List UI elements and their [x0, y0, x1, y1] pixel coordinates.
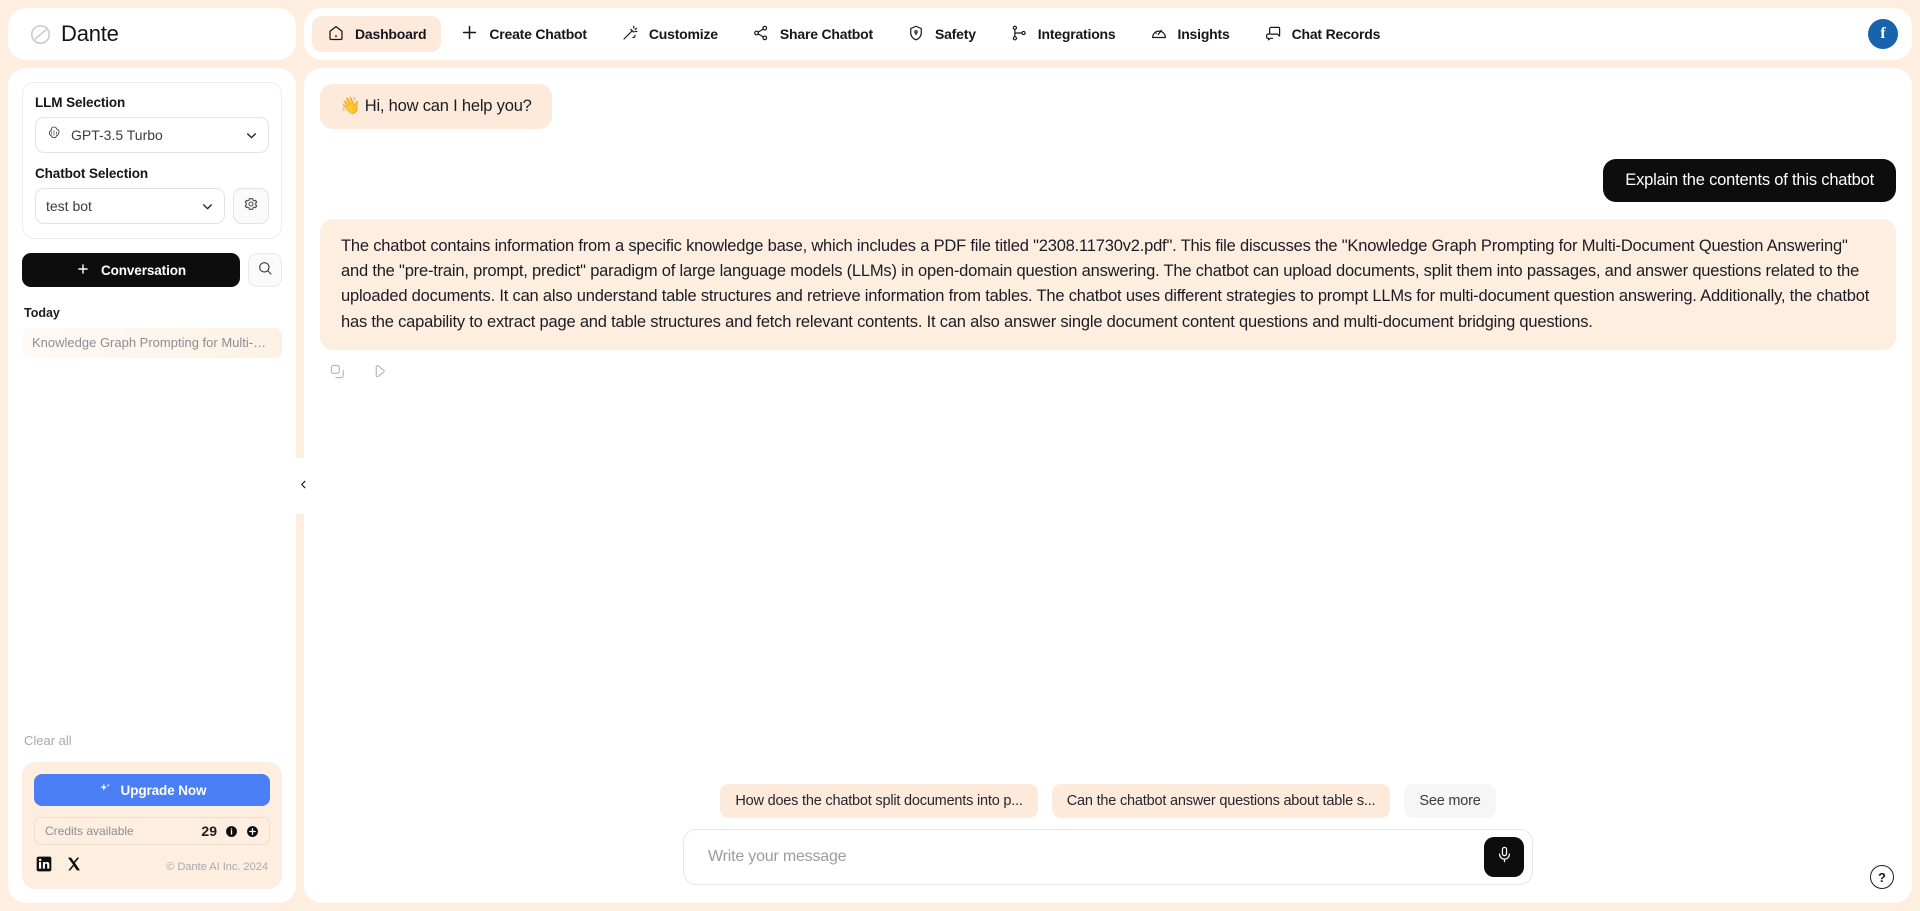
sidebar-footer: Upgrade Now Credits available 29 © Dante… [22, 762, 282, 889]
chevron-down-icon [245, 129, 258, 142]
new-conversation-button[interactable]: Conversation [22, 253, 240, 287]
play-audio-icon[interactable] [372, 363, 389, 380]
nav-item-label: Insights [1177, 26, 1230, 42]
chatbot-select[interactable]: test bot [35, 188, 225, 224]
upgrade-now-button[interactable]: Upgrade Now [34, 774, 270, 806]
composer-area: How does the chatbot split documents int… [304, 784, 1912, 903]
sparkle-icon [98, 782, 112, 799]
credits-row: Credits available 29 [34, 817, 270, 845]
nav-item-dashboard[interactable]: Dashboard [312, 16, 442, 52]
social-links: © Dante AI Inc. 2024 [34, 856, 270, 877]
top-navigation: Dashboard Create Chatbot Customize Share… [304, 8, 1912, 60]
see-more-button[interactable]: See more [1404, 784, 1496, 818]
nav-item-label: Share Chatbot [779, 26, 873, 42]
linkedin-icon[interactable] [36, 856, 52, 877]
info-icon[interactable] [225, 825, 238, 838]
suggestion-chip[interactable]: Can the chatbot answer questions about t… [1051, 784, 1391, 818]
plus-icon [76, 262, 90, 279]
x-twitter-icon[interactable] [66, 856, 82, 877]
nav-item-create-chatbot[interactable]: Create Chatbot [445, 16, 602, 52]
chatbot-select-value: test bot [46, 198, 92, 214]
brand-name: Dante [61, 21, 119, 46]
clear-all-button[interactable]: Clear all [22, 729, 282, 752]
magic-wand-icon [621, 24, 639, 45]
share-icon [752, 24, 770, 45]
suggestion-chips: How does the chatbot split documents int… [720, 784, 1496, 818]
message-list: 👋 Hi, how can I help you? Explain the co… [320, 84, 1896, 903]
sidebar: Dante LLM Selection GPT-3.5 Turbo Chatbo… [8, 8, 311, 903]
llm-selection-row: LLM Selection GPT-3.5 Turbo [35, 95, 269, 153]
llm-selection-label: LLM Selection [35, 95, 126, 110]
conversation-list: Knowledge Graph Prompting for Multi-D... [22, 328, 282, 729]
assistant-message: The chatbot contains information from a … [320, 219, 1896, 350]
brand-header: Dante [8, 8, 296, 60]
help-button[interactable]: ? [1870, 865, 1894, 889]
nav-item-chat-records[interactable]: Chat Records [1249, 16, 1396, 52]
message-input[interactable] [708, 848, 1484, 866]
assistant-greeting-message: 👋 Hi, how can I help you? [320, 84, 552, 129]
microphone-button[interactable] [1484, 837, 1524, 877]
nav-item-insights[interactable]: Insights [1135, 16, 1245, 52]
chatbot-selection-label: Chatbot Selection [35, 166, 149, 181]
nav-item-label: Chat Records [1291, 26, 1381, 42]
shield-icon [907, 24, 925, 45]
nav-item-label: Customize [648, 26, 718, 42]
llm-select[interactable]: GPT-3.5 Turbo [35, 117, 269, 153]
search-icon [257, 260, 273, 281]
main-area: Dashboard Create Chatbot Customize Share… [304, 8, 1912, 903]
copyright-text: © Dante AI Inc. 2024 [166, 860, 268, 873]
new-conversation-label: Conversation [100, 262, 187, 278]
chat-panel: 👋 Hi, how can I help you? Explain the co… [304, 68, 1912, 903]
nav-item-share-chatbot[interactable]: Share Chatbot [737, 16, 888, 52]
avatar[interactable]: f [1868, 19, 1898, 49]
openai-icon [46, 125, 62, 146]
conversation-actions: Conversation [22, 253, 282, 287]
nav-item-label: Dashboard [355, 26, 427, 42]
user-message: Explain the contents of this chatbot [1603, 159, 1896, 202]
gauge-icon [1150, 24, 1168, 45]
chat-bubble-icon [1264, 24, 1282, 45]
copy-icon[interactable] [329, 363, 346, 380]
nav-item-label: Integrations [1037, 26, 1116, 42]
message-composer [683, 829, 1533, 885]
selection-group: LLM Selection GPT-3.5 Turbo Chatbot Sele… [22, 82, 282, 239]
sidebar-body: LLM Selection GPT-3.5 Turbo Chatbot Sele… [8, 68, 311, 903]
integrations-icon [1010, 24, 1028, 45]
credits-value: 29 [201, 823, 217, 839]
nav-item-label: Safety [934, 26, 976, 42]
chevron-down-icon [201, 200, 214, 213]
conversations-date-header: Today [24, 306, 60, 320]
credits-label: Credits available [45, 824, 134, 838]
nav-item-customize[interactable]: Customize [606, 16, 733, 52]
plus-icon [460, 23, 479, 45]
microphone-icon [1495, 845, 1514, 869]
home-icon [327, 24, 345, 45]
search-conversations-button[interactable] [248, 253, 282, 287]
suggestion-chip[interactable]: How does the chatbot split documents int… [720, 784, 1038, 818]
llm-select-value: GPT-3.5 Turbo [71, 127, 163, 143]
chatbot-settings-button[interactable] [233, 188, 269, 224]
plus-circle-icon[interactable] [246, 825, 259, 838]
sidebar-collapse-button[interactable] [296, 457, 311, 514]
gear-icon [243, 196, 259, 217]
dante-logo-icon [30, 24, 51, 45]
list-item[interactable]: Knowledge Graph Prompting for Multi-D... [22, 328, 282, 358]
message-actions [320, 350, 1896, 380]
upgrade-now-label: Upgrade Now [120, 782, 207, 798]
chatbot-selection-row: Chatbot Selection test bot [35, 166, 269, 224]
nav-item-label: Create Chatbot [489, 26, 587, 42]
app-root: Dante LLM Selection GPT-3.5 Turbo Chatbo… [0, 0, 1920, 911]
chevron-left-icon [298, 477, 309, 495]
nav-item-integrations[interactable]: Integrations [995, 16, 1131, 52]
nav-item-safety[interactable]: Safety [892, 16, 991, 52]
